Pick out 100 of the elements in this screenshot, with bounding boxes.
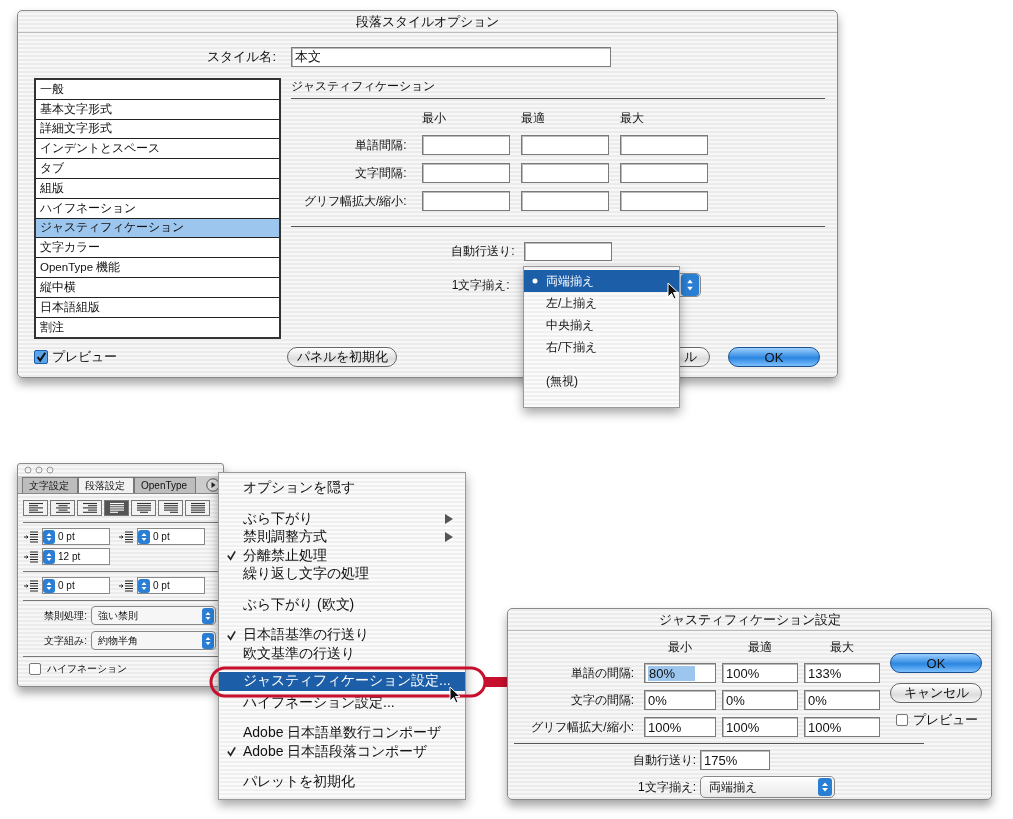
- stepper-icon: [202, 607, 214, 624]
- category-item[interactable]: 詳細文字形式: [36, 119, 279, 140]
- stepper-icon: [43, 529, 55, 544]
- section-title: ジャスティフィケーション: [290, 78, 436, 94]
- preview-checkbox[interactable]: [34, 350, 48, 365]
- input-field[interactable]: 0%: [644, 690, 716, 710]
- menu-item[interactable]: Adobe 日本語段落コンポーザ: [219, 742, 465, 761]
- cancel-button[interactable]: キャンセル: [890, 683, 982, 703]
- setting-popup[interactable]: 強い禁則: [91, 606, 216, 625]
- tab[interactable]: 段落設定: [78, 477, 134, 493]
- menu-item[interactable]: ぶら下がり (欧文): [219, 595, 465, 614]
- row-label: 文字間隔:: [354, 164, 408, 182]
- ok-button[interactable]: OK: [890, 653, 982, 673]
- menu-item[interactable]: Adobe 日本語単数行コンポーザ: [219, 724, 465, 743]
- menu-item[interactable]: 欧文基準の行送り: [219, 644, 465, 663]
- auto-leading-field[interactable]: 175%: [700, 750, 770, 770]
- input-field[interactable]: [619, 135, 708, 155]
- indent-field[interactable]: 0 pt: [137, 528, 205, 545]
- preview-checkbox[interactable]: [896, 714, 908, 726]
- alignment-button[interactable]: [50, 500, 75, 516]
- category-item[interactable]: OpenType 機能: [36, 258, 279, 278]
- indent-field[interactable]: 12 pt: [42, 548, 110, 565]
- menu-item[interactable]: パレットを初期化: [219, 773, 465, 792]
- category-item[interactable]: 日本語組版: [36, 297, 279, 318]
- category-item[interactable]: 基本文字形式: [36, 99, 279, 120]
- single-char-label: 1文字揃え:: [637, 778, 697, 796]
- hyphenation-label: ハイフネーション: [47, 662, 127, 676]
- category-item[interactable]: ハイフネーション: [36, 198, 279, 219]
- indent-icon: [23, 579, 39, 592]
- indent-icon: [23, 530, 39, 543]
- menu-item[interactable]: オプションを隠す: [219, 479, 465, 498]
- window-controls-icon[interactable]: [24, 466, 54, 474]
- alignment-button[interactable]: [185, 500, 210, 516]
- input-field[interactable]: 0%: [722, 690, 798, 710]
- menu-item[interactable]: 禁則調整方式: [219, 528, 465, 547]
- ok-button[interactable]: OK: [728, 347, 820, 368]
- category-item[interactable]: インデントとスペース: [36, 139, 279, 160]
- alignment-button[interactable]: [131, 500, 156, 516]
- menu-item[interactable]: ぶら下がり: [219, 509, 465, 528]
- category-item[interactable]: 組版: [36, 179, 279, 199]
- preview-label: プレビュー: [913, 711, 978, 729]
- menu-item[interactable]: 分離禁止処理: [219, 546, 465, 565]
- stepper-icon: [43, 578, 55, 593]
- menu-item[interactable]: 日本語基準の行送り: [219, 626, 465, 645]
- indent-icon: [118, 579, 134, 592]
- stepper-icon: [138, 578, 150, 593]
- cursor-icon: [449, 686, 461, 704]
- column-header: 最小: [421, 110, 447, 127]
- alignment-button[interactable]: [77, 500, 102, 516]
- stepper-icon: [679, 274, 700, 296]
- menu-item[interactable]: (無視): [524, 370, 679, 392]
- input-field[interactable]: [520, 163, 609, 183]
- column-header: 最適: [747, 639, 773, 656]
- preview-label: プレビュー: [52, 348, 117, 367]
- menu-item[interactable]: ジャスティフィケーション設定...: [219, 672, 465, 691]
- menu-item[interactable]: 繰り返し文字の処理: [219, 565, 465, 584]
- input-field[interactable]: [619, 163, 708, 183]
- category-item[interactable]: 割注: [36, 317, 279, 338]
- input-field[interactable]: 80%: [644, 663, 716, 683]
- reset-panel-button[interactable]: パネルを初期化: [287, 347, 397, 368]
- alignment-popup[interactable]: 両端揃え: [700, 776, 835, 798]
- indent-field[interactable]: 0 pt: [137, 577, 205, 594]
- input-field[interactable]: [520, 191, 609, 211]
- input-field[interactable]: [421, 135, 510, 155]
- category-item[interactable]: ジャスティフィケーション: [36, 218, 279, 239]
- auto-leading-field[interactable]: [523, 241, 612, 261]
- alignment-button[interactable]: [158, 500, 183, 516]
- menu-item[interactable]: 右/下揃え: [524, 336, 679, 358]
- category-item[interactable]: 文字カラー: [36, 238, 279, 259]
- alignment-button[interactable]: [23, 500, 48, 516]
- input-field[interactable]: [619, 191, 708, 211]
- input-field[interactable]: [421, 191, 510, 211]
- row-label: 文字の間隔:: [569, 691, 635, 709]
- alignment-button[interactable]: [104, 500, 129, 516]
- input-field[interactable]: 0%: [804, 690, 880, 710]
- input-field[interactable]: 100%: [804, 717, 880, 737]
- input-field[interactable]: 133%: [804, 663, 880, 683]
- indent-field[interactable]: 0 pt: [42, 528, 110, 545]
- input-field[interactable]: [520, 135, 609, 155]
- menu-item[interactable]: 左/上揃え: [524, 292, 679, 314]
- indent-icon: [23, 550, 39, 563]
- input-field[interactable]: [421, 163, 510, 183]
- category-item[interactable]: 縦中横: [36, 277, 279, 298]
- style-name-field[interactable]: 本文: [291, 47, 611, 67]
- menu-item[interactable]: 中央揃え: [524, 314, 679, 336]
- tab[interactable]: OpenType: [134, 477, 197, 493]
- tab[interactable]: 文字設定: [22, 477, 78, 493]
- input-field[interactable]: 100%: [722, 717, 798, 737]
- style-name-label: スタイル名:: [206, 48, 276, 66]
- row-label: グリフ幅拡大/縮小:: [530, 718, 635, 736]
- input-field[interactable]: 100%: [644, 717, 716, 737]
- menu-item[interactable]: 両端揃え: [524, 270, 679, 292]
- category-item[interactable]: タブ: [36, 159, 279, 179]
- indent-icon: [118, 530, 134, 543]
- input-field[interactable]: 100%: [722, 663, 798, 683]
- indent-field[interactable]: 0 pt: [42, 577, 110, 594]
- setting-popup[interactable]: 約物半角: [91, 631, 216, 650]
- hyphenation-checkbox[interactable]: [29, 663, 41, 675]
- category-item[interactable]: 一般: [36, 80, 279, 100]
- bullet-icon: [532, 278, 538, 284]
